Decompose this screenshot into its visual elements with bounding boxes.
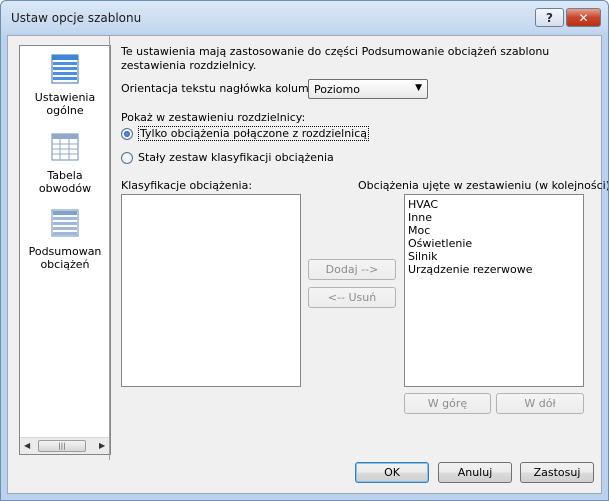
included-loads-listbox[interactable]: HVAC Inne Moc Oświetlenie Silnik Urządze…: [404, 194, 584, 387]
title-bar: Ustaw opcje szablonu ? ✕: [1, 1, 608, 35]
dialog-client-area: Ustawienia ogólne Tabela obwodów Podsumo…: [7, 35, 608, 494]
ok-button[interactable]: OK: [355, 462, 429, 483]
remove-button[interactable]: <-- Usuń: [308, 287, 396, 308]
apply-button[interactable]: Zastosuj: [520, 462, 594, 483]
radio-fixed-classification[interactable]: [121, 152, 133, 164]
panel-description: Te ustawienia mają zastosowanie do częśc…: [121, 45, 550, 72]
close-button[interactable]: ✕: [566, 8, 601, 27]
list-item[interactable]: Oświetlenie: [408, 237, 472, 250]
classifications-listbox[interactable]: [121, 194, 301, 387]
list-item[interactable]: Inne: [408, 211, 432, 224]
classifications-label: Klasyfikacje obciążenia:: [121, 179, 253, 192]
list-item[interactable]: HVAC: [408, 198, 438, 211]
sidebar-item-general-settings[interactable]: Ustawienia ogólne: [20, 54, 110, 117]
radio-connected-loads[interactable]: [121, 128, 133, 140]
sidebar-item-label: Podsumowan: [28, 245, 102, 258]
radio-connected-loads-label-wrap[interactable]: Tylko obciążenia połączone z rozdzielnic…: [138, 126, 370, 141]
chevron-down-icon: ▼: [415, 83, 422, 93]
scroll-left-icon[interactable]: ◀: [24, 441, 30, 450]
move-down-button[interactable]: W dół: [496, 393, 584, 414]
sidebar-item-label: ogólne: [46, 104, 84, 117]
orientation-select[interactable]: Poziomo ▼: [308, 79, 428, 99]
table-icon: [51, 133, 79, 161]
list-item[interactable]: Moc: [408, 224, 430, 237]
show-in-schedule-label: Pokaż w zestawieniu rozdzielnicy:: [121, 111, 306, 124]
sidebar-item-label: obwodów: [38, 182, 92, 195]
sidebar-item-label: Tabela: [47, 169, 83, 182]
summary-grid-icon: [51, 209, 79, 237]
sidebar: Ustawienia ogólne Tabela obwodów Podsumo…: [19, 45, 111, 455]
orientation-label: Orientacja tekstu nagłówka kolumny:: [121, 82, 326, 95]
included-loads-label: Obciążenia ujęte w zestawieniu (w kolejn…: [358, 179, 609, 192]
scroll-thumb[interactable]: |||: [38, 440, 86, 452]
dialog-window: Ustaw opcje szablonu ? ✕ Ustawienia ogól…: [0, 0, 609, 501]
window-title: Ustaw opcje szablonu: [11, 11, 142, 25]
radio-fixed-classification-label[interactable]: Stały zestaw klasyfikacji obciążenia: [138, 151, 334, 164]
move-up-button[interactable]: W górę: [404, 393, 491, 414]
settings-panel: Te ustawienia mają zastosowanie do częśc…: [109, 36, 608, 460]
sidebar-item-label: Ustawienia: [34, 91, 96, 104]
list-item[interactable]: Silnik: [408, 250, 438, 263]
settings-grid-icon: [51, 54, 79, 84]
cancel-button[interactable]: Anuluj: [438, 462, 512, 483]
sidebar-item-label: obciążeń: [40, 258, 90, 271]
help-button[interactable]: ?: [535, 8, 564, 27]
sidebar-item-circuit-table[interactable]: Tabela obwodów: [20, 132, 110, 195]
orientation-select-value: Poziomo: [314, 83, 360, 96]
scroll-right-icon[interactable]: ▶: [99, 441, 105, 450]
radio-connected-loads-label[interactable]: Tylko obciążenia połączone z rozdzielnic…: [138, 126, 370, 141]
list-item[interactable]: Urządzenie rezerwowe: [408, 263, 533, 276]
sidebar-horizontal-scrollbar[interactable]: ◀ ||| ▶: [20, 437, 110, 454]
add-button[interactable]: Dodaj -->: [308, 259, 396, 280]
sidebar-item-load-summary[interactable]: Podsumowan obciążeń: [20, 208, 110, 271]
